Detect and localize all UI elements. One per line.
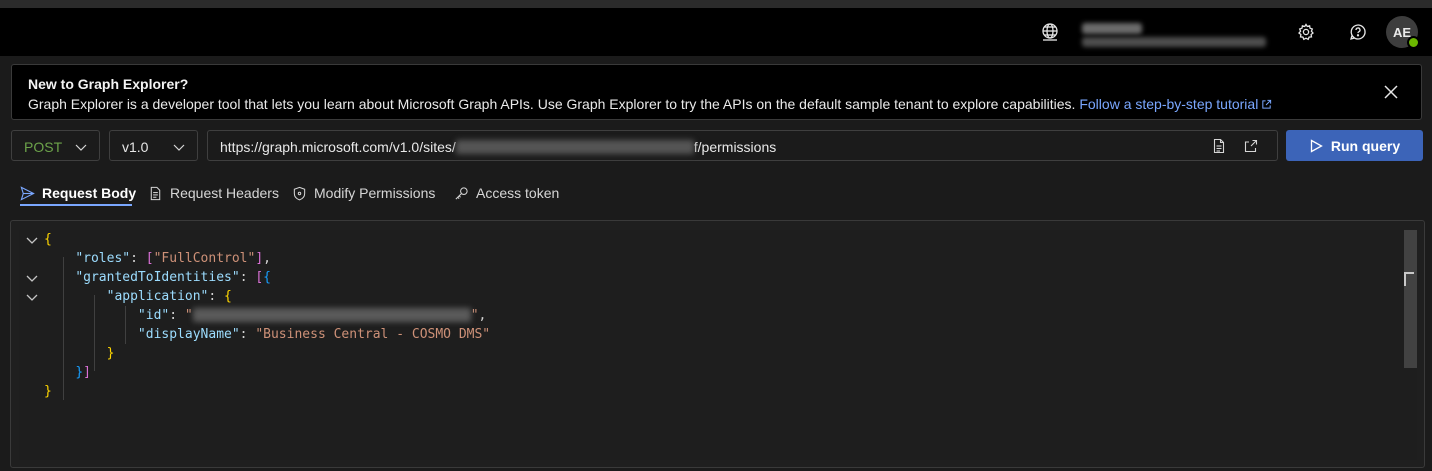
avatar[interactable]: AE	[1386, 16, 1420, 49]
url-suffix: f/permissions	[693, 139, 777, 155]
document-icon[interactable]	[1211, 138, 1227, 154]
tab-request-headers[interactable]: Request Headers	[148, 182, 279, 204]
intro-banner: New to Graph Explorer? Graph Explorer is…	[11, 64, 1422, 120]
globe-icon[interactable]	[1038, 20, 1062, 44]
window-top-strip	[0, 0, 1432, 8]
code-line: "application": {	[106, 289, 232, 304]
tab-request-body[interactable]: Request Body	[20, 182, 136, 204]
shield-icon	[293, 186, 306, 200]
tutorial-link-label: Follow a step-by-step tutorial	[1079, 96, 1259, 112]
banner-text: Graph Explorer is a developer tool that …	[28, 96, 1272, 112]
code-line: }]	[75, 365, 91, 380]
tenant-name-redacted	[1082, 23, 1142, 34]
application-id-redacted	[192, 308, 471, 322]
tenant-info[interactable]	[1082, 17, 1268, 49]
help-icon[interactable]	[1346, 20, 1370, 44]
code-line: {	[44, 232, 52, 247]
banner-title: New to Graph Explorer?	[28, 76, 189, 92]
chevron-down-icon[interactable]	[26, 272, 38, 284]
tutorial-link[interactable]: Follow a step-by-step tutorial	[1079, 96, 1272, 112]
code-line: "displayName": "Business Central - COSMO…	[137, 327, 491, 342]
editor-scrollbar[interactable]	[1404, 230, 1417, 368]
tab-modify-permissions[interactable]: Modify Permissions	[292, 182, 435, 204]
tenant-detail-redacted	[1082, 37, 1266, 47]
send-icon	[20, 185, 35, 201]
chevron-down-icon	[173, 144, 185, 151]
tab-label: Request Body	[42, 185, 137, 201]
query-url-input[interactable]: https://graph.microsoft.com/v1.0/sites/f…	[207, 130, 1278, 161]
gear-icon[interactable]	[1294, 20, 1318, 44]
url-prefix: https://graph.microsoft.com/v1.0/sites/	[220, 139, 456, 155]
http-method-dropdown[interactable]: POST	[11, 130, 100, 161]
play-icon	[1310, 138, 1323, 153]
run-query-label: Run query	[1330, 137, 1401, 154]
key-icon	[455, 186, 468, 199]
request-body-editor[interactable]: { "roles": ["FullControl"], "grantedToId…	[19, 230, 1417, 460]
scrollbar-cursor-marker	[1404, 272, 1414, 286]
code-line: "id": " ",	[137, 308, 487, 323]
api-version-value: v1.0	[122, 139, 149, 155]
document-icon	[150, 186, 161, 200]
api-version-dropdown[interactable]: v1.0	[109, 130, 198, 161]
share-icon[interactable]	[1243, 138, 1259, 154]
tab-access-token[interactable]: Access token	[454, 182, 559, 204]
code-line: }	[44, 384, 52, 399]
top-bar: AE	[0, 8, 1432, 56]
external-link-icon	[1262, 99, 1272, 109]
presence-status-icon	[1407, 36, 1420, 49]
http-method-value: POST	[24, 139, 63, 155]
tab-label: Request Headers	[170, 185, 279, 201]
tab-label: Access token	[476, 185, 560, 201]
tab-label: Modify Permissions	[314, 185, 436, 201]
code-line: }	[106, 346, 115, 361]
code-line: "roles": ["FullControl"],	[75, 251, 271, 266]
close-icon[interactable]	[1383, 84, 1399, 100]
run-query-button[interactable]: Run query	[1286, 130, 1423, 161]
chevron-down-icon	[75, 144, 87, 151]
chevron-down-icon[interactable]	[26, 234, 38, 246]
code-line: "grantedToIdentities": [{	[75, 270, 271, 285]
site-id-redacted	[455, 140, 694, 154]
chevron-down-icon[interactable]	[26, 291, 38, 303]
banner-description: Graph Explorer is a developer tool that …	[28, 96, 1080, 112]
active-tab-indicator	[20, 204, 132, 206]
